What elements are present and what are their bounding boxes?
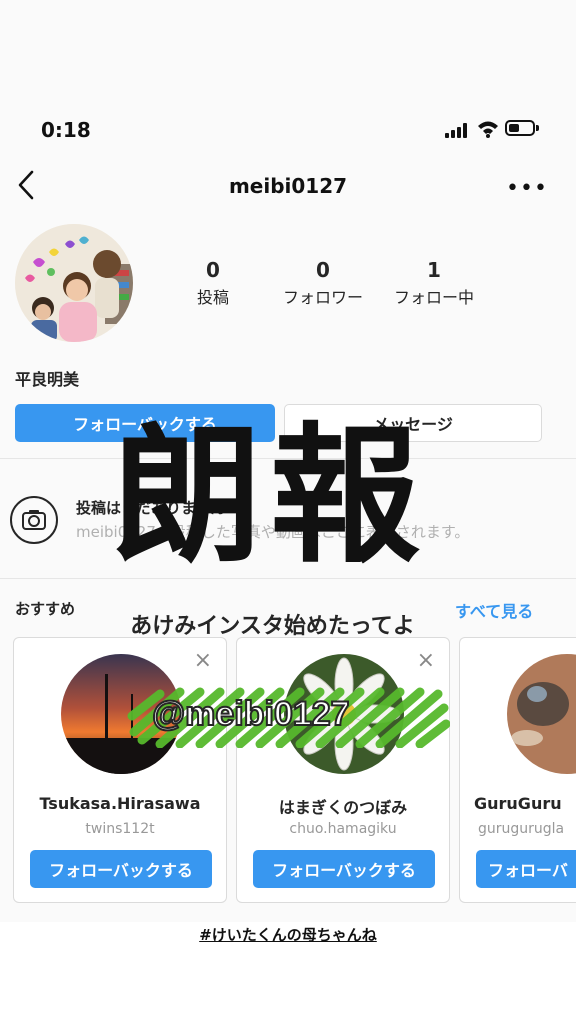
suggestion-card[interactable]: × Tsukasa.Hirasawa twins112t フォローバックする <box>13 637 227 903</box>
profile-display-name: 平良明美 <box>15 370 80 389</box>
suggestion-follow-back-button[interactable]: フォローバ <box>476 850 576 888</box>
stat-followers-label: フォロワー <box>282 288 363 307</box>
dismiss-icon[interactable]: × <box>417 648 435 673</box>
profile-avatar[interactable] <box>15 224 133 342</box>
suggestion-username: chuo.hamagiku <box>289 821 397 837</box>
status-bar: 0:18 <box>0 110 576 150</box>
stat-followers[interactable]: 0 フォロワー <box>263 258 383 308</box>
battery-icon <box>505 120 535 136</box>
suggestion-follow-back-button[interactable]: フォローバックする <box>253 850 435 888</box>
overlay-subtitle: あけみインスタ始めたってよ <box>130 614 415 639</box>
stat-following-label: フォロー中 <box>393 288 474 307</box>
dismiss-icon[interactable]: × <box>194 648 212 673</box>
profile-header: meibi0127 ••• <box>0 160 576 212</box>
stat-posts[interactable]: 0 投稿 <box>153 258 273 308</box>
wifi-icon <box>478 121 498 138</box>
cellular-signal-icon <box>445 122 471 138</box>
suggestion-name: GuruGuru <box>474 794 562 813</box>
stat-following-count: 1 <box>427 258 441 282</box>
profile-username-title: meibi0127 <box>228 174 348 198</box>
suggestion-card[interactable]: × はまぎくのつぼみ chuo.hamagiku フォローバックする <box>236 637 450 903</box>
overlay-hashtag: #けいたくんの母ちゃんね <box>199 926 377 944</box>
stat-posts-label: 投稿 <box>196 288 229 307</box>
suggestion-avatar[interactable] <box>507 654 576 774</box>
suggestion-follow-back-button[interactable]: フォローバックする <box>30 850 212 888</box>
suggestion-username: twins112t <box>85 821 155 837</box>
suggestion-card[interactable]: GuruGuru gurugurugla フォローバ <box>459 637 576 903</box>
status-time: 0:18 <box>41 118 91 142</box>
stat-posts-count: 0 <box>206 258 220 282</box>
suggestion-name: はまぎくのつぼみ <box>278 798 408 817</box>
battery-nub <box>536 125 539 131</box>
overlay-handle: @meibi0127 <box>151 694 351 734</box>
stat-following[interactable]: 1 フォロー中 <box>374 258 494 308</box>
suggestion-name: Tsukasa.Hirasawa <box>39 794 201 813</box>
stat-followers-count: 0 <box>316 258 330 282</box>
more-options-icon[interactable]: ••• <box>506 176 548 201</box>
suggestion-username: gurugurugla <box>478 821 565 837</box>
overlay-headline: 朗報 <box>111 410 428 584</box>
camera-icon <box>10 496 58 544</box>
